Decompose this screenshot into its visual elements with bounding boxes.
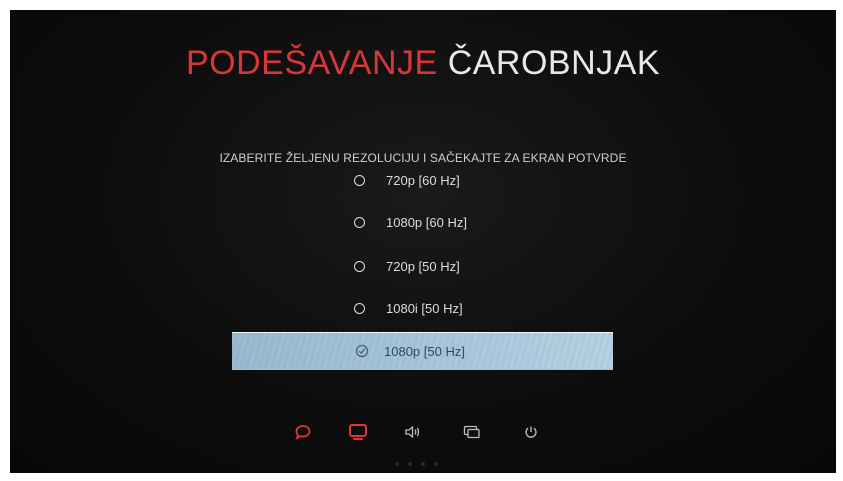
resolution-option-label: 1080p [60 Hz] — [386, 214, 467, 230]
resolution-option-720p-50[interactable]: 720p [50 Hz] — [345, 254, 460, 278]
power-icon[interactable] — [521, 422, 541, 442]
radio-checked-icon — [354, 344, 369, 359]
multi-screen-icon[interactable] — [462, 422, 482, 442]
tv-screen-icon[interactable] — [348, 422, 368, 442]
title-part-setup: PODEŠAVANJE — [185, 44, 438, 82]
page-dot — [408, 462, 412, 466]
page-dot — [421, 462, 425, 466]
setup-wizard-screen: PODEŠAVANJE ČAROBNJAK IZABERITE ŽELJENU … — [10, 10, 836, 473]
resolution-option-label: 1080p [50 Hz] — [384, 343, 465, 359]
wizard-steps-bar — [10, 422, 836, 450]
resolution-option-label: 720p [50 Hz] — [386, 258, 460, 274]
resolution-instruction: IZABERITE ŽELJENU REZOLUCIJU I SAČEKAJTE… — [219, 151, 627, 165]
resolution-option-label: 720p [60 Hz] — [386, 172, 460, 188]
page-dot — [434, 462, 438, 466]
resolution-option-1080p-60[interactable]: 1080p [60 Hz] — [345, 210, 467, 234]
chat-bubble-icon[interactable] — [293, 422, 313, 442]
page-title: PODEŠAVANJE ČAROBNJAK — [10, 44, 836, 83]
radio-unchecked-icon — [354, 260, 365, 272]
radio-unchecked-icon — [354, 302, 365, 314]
resolution-option-label: 1080i [50 Hz] — [386, 300, 463, 316]
page-indicator — [395, 462, 438, 466]
title-part-wizard: ČAROBNJAK — [447, 44, 661, 82]
resolution-option-1080p-50-selected[interactable]: 1080p [50 Hz] — [232, 332, 613, 370]
resolution-option-1080i-50[interactable]: 1080i [50 Hz] — [345, 296, 463, 320]
resolution-option-720p-60[interactable]: 720p [60 Hz] — [345, 168, 460, 192]
radio-unchecked-icon — [354, 174, 365, 186]
radio-unchecked-icon — [354, 216, 365, 228]
page-dot — [395, 462, 399, 466]
speaker-icon[interactable] — [403, 422, 423, 442]
